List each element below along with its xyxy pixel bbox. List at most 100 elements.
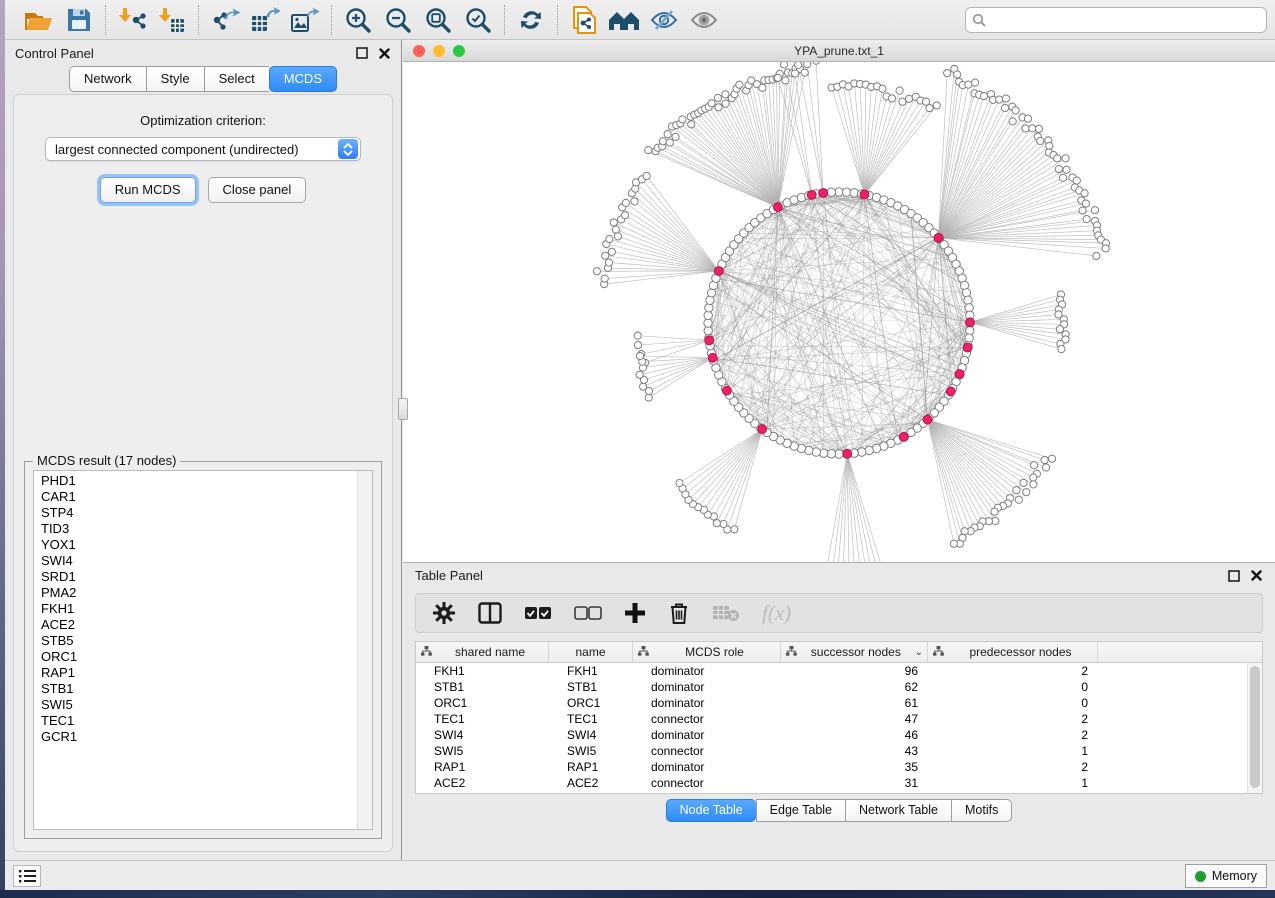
mcds-hub-node[interactable]: [966, 318, 975, 327]
network-node[interactable]: [996, 96, 1003, 103]
mcds-list-scrollbar[interactable]: [357, 471, 372, 829]
network-node[interactable]: [865, 446, 873, 454]
network-node[interactable]: [722, 100, 729, 107]
table-cell[interactable]: dominator: [633, 680, 781, 694]
network-node[interactable]: [888, 95, 895, 102]
table-cell[interactable]: 29: [781, 792, 928, 794]
network-node[interactable]: [664, 131, 671, 138]
table-scrollbar-thumb[interactable]: [1250, 666, 1260, 788]
table-cell[interactable]: dominator: [633, 728, 781, 742]
network-node[interactable]: [1081, 190, 1088, 197]
float-table-panel-icon[interactable]: [1227, 569, 1240, 582]
network-canvas[interactable]: [403, 62, 1275, 562]
network-node[interactable]: [954, 71, 961, 78]
network-node[interactable]: [1024, 115, 1031, 122]
network-node[interactable]: [965, 81, 972, 88]
mcds-hub-node[interactable]: [934, 233, 943, 242]
mcds-result-item[interactable]: STB1: [34, 681, 356, 697]
table-cell[interactable]: connector: [633, 792, 781, 794]
table-cell[interactable]: dominator: [633, 760, 781, 774]
zoom-selected-icon[interactable]: [462, 4, 494, 36]
network-node[interactable]: [896, 87, 903, 94]
table-row[interactable]: TEC1TEC1connector472: [416, 711, 1247, 727]
window-minimize-icon[interactable]: [433, 45, 445, 57]
first-neighbors-icon[interactable]: [608, 4, 640, 36]
mcds-hub-node[interactable]: [774, 203, 783, 212]
table-row[interactable]: ORC1ORC1dominator610: [416, 695, 1247, 711]
network-node[interactable]: [1013, 487, 1020, 494]
network-node[interactable]: [782, 77, 789, 84]
column-header-successor-nodes[interactable]: successor nodes⌄: [781, 642, 928, 662]
network-node[interactable]: [636, 352, 643, 359]
table-row[interactable]: ACE2ACE2connector311: [416, 775, 1247, 791]
network-node[interactable]: [1054, 155, 1061, 162]
network-node[interactable]: [827, 188, 835, 196]
mcds-hub-node[interactable]: [899, 433, 908, 442]
network-node[interactable]: [1023, 489, 1030, 496]
table-cell[interactable]: 2: [928, 712, 1098, 726]
network-node[interactable]: [1059, 174, 1066, 181]
open-session-icon[interactable]: [23, 4, 55, 36]
search-input[interactable]: [965, 7, 1267, 33]
memory-button[interactable]: Memory: [1185, 864, 1267, 888]
zoom-fit-icon[interactable]: [422, 4, 454, 36]
network-node[interactable]: [933, 102, 940, 109]
network-node[interactable]: [1082, 200, 1089, 207]
network-node[interactable]: [688, 121, 695, 128]
mcds-hub-node[interactable]: [807, 190, 816, 199]
table-cell[interactable]: 61: [781, 696, 928, 710]
table-row[interactable]: SWI4SWI4dominator462: [416, 727, 1247, 743]
tab-motifs[interactable]: Motifs: [951, 799, 1012, 822]
network-node[interactable]: [679, 116, 686, 123]
table-scrollbar[interactable]: [1247, 663, 1262, 793]
network-node[interactable]: [905, 95, 912, 102]
table-row[interactable]: FKH1FKH1dominator962: [416, 663, 1247, 679]
network-node[interactable]: [621, 212, 628, 219]
network-node[interactable]: [676, 480, 683, 487]
mcds-hub-node[interactable]: [819, 189, 828, 198]
network-node[interactable]: [1035, 125, 1042, 132]
table-cell[interactable]: ORC1: [549, 696, 633, 710]
mcds-result-item[interactable]: PHD1: [34, 473, 356, 489]
column-header-MCDS-role[interactable]: MCDS role: [633, 642, 781, 662]
network-node[interactable]: [858, 448, 866, 456]
network-node[interactable]: [1022, 125, 1029, 132]
gear-icon[interactable]: [432, 601, 456, 625]
network-node[interactable]: [1015, 496, 1022, 503]
table-cell[interactable]: 31: [781, 776, 928, 790]
network-node[interactable]: [601, 275, 608, 282]
network-node[interactable]: [991, 508, 998, 515]
mcds-hub-node[interactable]: [843, 449, 852, 458]
table-row[interactable]: YOX1YOX1connector291: [416, 791, 1247, 794]
network-node[interactable]: [1093, 252, 1100, 259]
mcds-result-item[interactable]: STP4: [34, 505, 356, 521]
table-cell[interactable]: SWI4: [416, 728, 549, 742]
mcds-result-item[interactable]: PMA2: [34, 585, 356, 601]
close-panel-icon[interactable]: [378, 47, 391, 60]
table-cell[interactable]: 2: [928, 728, 1098, 742]
tab-network[interactable]: Network: [69, 66, 146, 92]
network-node[interactable]: [1030, 481, 1037, 488]
run-mcds-button[interactable]: Run MCDS: [100, 177, 196, 203]
network-node[interactable]: [1091, 207, 1098, 214]
network-node[interactable]: [1020, 479, 1027, 486]
network-node[interactable]: [622, 199, 629, 206]
network-node[interactable]: [950, 540, 957, 547]
network-node[interactable]: [714, 94, 721, 101]
table-cell[interactable]: 2: [928, 664, 1098, 678]
hide-selected-icon[interactable]: [648, 4, 680, 36]
mcds-result-item[interactable]: ORC1: [34, 649, 356, 665]
network-node[interactable]: [965, 334, 973, 342]
network-node[interactable]: [1063, 166, 1070, 173]
table-row[interactable]: SWI5SWI5connector431: [416, 743, 1247, 759]
float-panel-icon[interactable]: [355, 47, 368, 60]
network-node[interactable]: [759, 84, 766, 91]
network-node[interactable]: [1009, 118, 1016, 125]
table-cell[interactable]: connector: [633, 776, 781, 790]
network-node[interactable]: [645, 146, 652, 153]
mcds-hub-node[interactable]: [946, 387, 955, 396]
table-cell[interactable]: 0: [928, 680, 1098, 694]
network-node[interactable]: [1056, 326, 1063, 333]
mcds-result-item[interactable]: FKH1: [34, 601, 356, 617]
table-cell[interactable]: YOX1: [549, 792, 633, 794]
